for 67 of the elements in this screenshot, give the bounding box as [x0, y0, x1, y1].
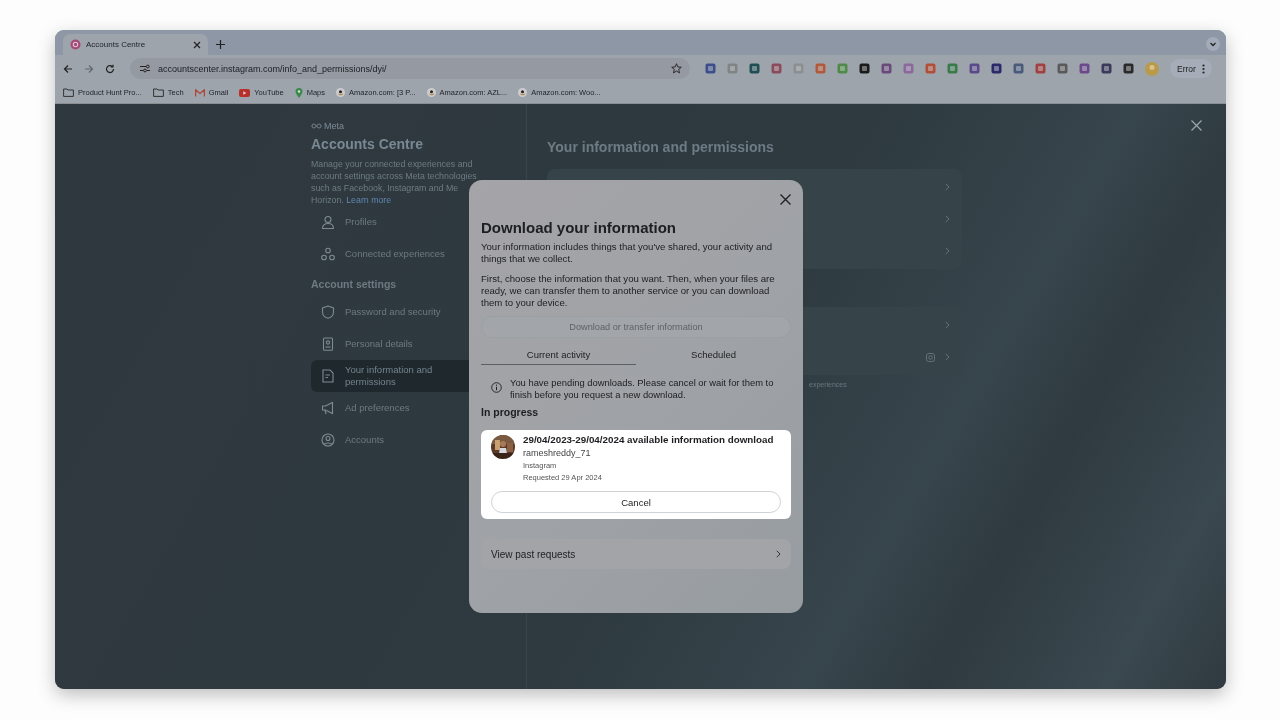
tab[interactable]: Scheduled	[636, 349, 791, 366]
cancel-button[interactable]: Cancel	[491, 491, 781, 514]
extension-icon[interactable]	[969, 63, 980, 74]
nodes-icon	[321, 247, 335, 261]
description-line: Manage your connected experiences and	[311, 158, 474, 170]
extension-icon[interactable]	[705, 63, 716, 74]
extension-icon[interactable]	[859, 63, 870, 74]
extension-icon[interactable]	[1123, 63, 1134, 74]
more-icon[interactable]	[1201, 63, 1205, 74]
close-icon[interactable]	[1191, 120, 1202, 131]
tab[interactable]: Current activity	[481, 349, 636, 366]
address-bar[interactable]: accountscenter.instagram.com/info_and_permissions/dyi/	[130, 58, 690, 79]
avatar-icon[interactable]	[1145, 61, 1159, 76]
chevron-right-icon[interactable]	[945, 321, 950, 329]
section-heading: In progress	[481, 406, 540, 419]
close-icon[interactable]	[193, 40, 201, 49]
browser-tab[interactable]: Accounts Centre	[63, 34, 208, 55]
info-icon	[491, 382, 502, 394]
tab-title: Accounts Centre	[86, 40, 147, 49]
meta-logo: Meta	[311, 121, 525, 131]
section-heading: Account settings	[311, 278, 397, 290]
chevron-right-icon[interactable]	[945, 353, 950, 361]
url-text: accountscenter.instagram.com/info_and_permissions/dyi/	[158, 63, 387, 74]
megaphone-icon	[321, 401, 335, 415]
chevron-right-icon[interactable]	[945, 183, 950, 191]
profile-error-button[interactable]: Error	[1170, 59, 1212, 78]
account-icon	[321, 433, 335, 447]
shield-icon	[321, 305, 335, 319]
section-title: Your information and permissions	[547, 139, 775, 155]
description-line: account settings across Meta technologies	[311, 170, 478, 182]
dialog-paragraph: Your information includes things that you've shared, your activity and things that we collect.	[481, 241, 774, 266]
amazon-icon	[426, 88, 436, 97]
map-pin-icon	[294, 87, 303, 98]
infinity-icon	[311, 123, 322, 129]
chevron-right-icon[interactable]	[945, 215, 950, 223]
person-icon	[321, 215, 335, 229]
chevron-down-icon[interactable]	[1206, 37, 1220, 51]
page-title: Accounts Centre	[311, 136, 425, 152]
extension-icon[interactable]	[881, 63, 892, 74]
instagram-icon	[926, 352, 935, 362]
new-tab-icon[interactable]	[216, 40, 225, 49]
extension-icon[interactable]	[749, 63, 760, 74]
forward-icon[interactable]	[84, 63, 94, 74]
amazon-icon	[518, 88, 528, 97]
document-icon	[321, 369, 335, 383]
extension-icon[interactable]	[1101, 63, 1112, 74]
close-icon[interactable]	[780, 194, 791, 205]
star-icon[interactable]	[671, 63, 682, 74]
play-icon	[239, 88, 251, 97]
extension-icon[interactable]	[991, 63, 1002, 74]
account-name: rameshreddy_71	[523, 448, 592, 459]
badge-icon	[321, 337, 335, 351]
amazon-icon	[336, 88, 346, 97]
dialog-title: Download your information	[481, 219, 677, 236]
instagram-icon	[70, 39, 81, 50]
learn-more-link[interactable]: Learn more	[346, 195, 392, 205]
request-title: 29/04/2023-29/04/2024 available information download	[523, 434, 774, 447]
folder-icon	[63, 88, 74, 97]
chevron-right-icon[interactable]	[945, 247, 950, 255]
folder-icon	[152, 88, 164, 97]
dialog-paragraph: First, choose the information that you want. Then, when your files are ready, we can transfer them to another service or you can download them to your device.	[481, 272, 776, 310]
chevron-right-icon	[776, 550, 781, 559]
reload-icon[interactable]	[105, 63, 115, 74]
site-settings-icon[interactable]	[140, 64, 150, 73]
description-line: such as Facebook, Instagram and Me	[311, 182, 460, 194]
back-icon[interactable]	[63, 63, 73, 74]
mail-icon	[194, 88, 205, 97]
